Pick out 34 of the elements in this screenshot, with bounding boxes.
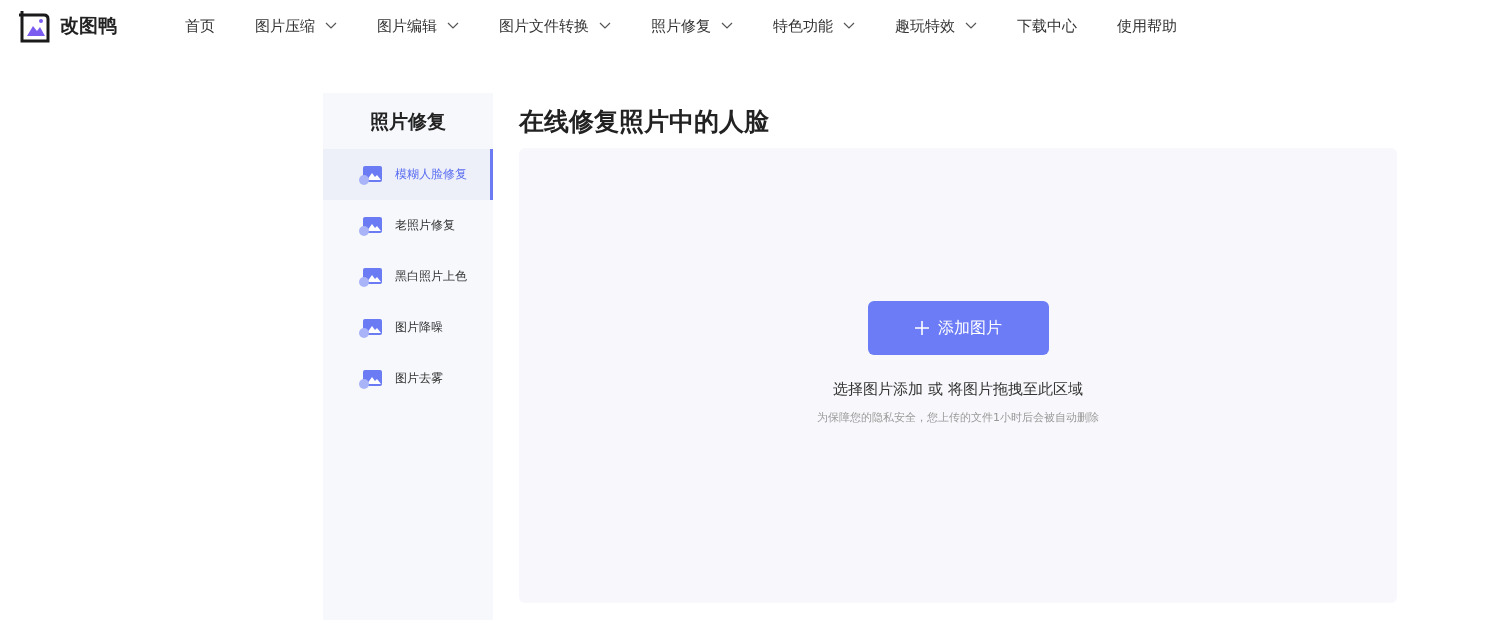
chevron-down-icon	[965, 22, 977, 30]
nav-link[interactable]: 下载中心	[1017, 16, 1077, 36]
sidebar-item[interactable]: 模糊人脸修复	[323, 149, 493, 200]
sidebar-item[interactable]: 黑白照片上色	[323, 251, 493, 302]
logo-text[interactable]: 改图鸭	[60, 13, 117, 39]
image-icon	[357, 265, 383, 288]
nav-link[interactable]: 照片修复	[651, 16, 733, 36]
sidebar-item[interactable]: 图片降噪	[323, 302, 493, 353]
chevron-down-icon	[325, 22, 337, 30]
sidebar-item[interactable]: 老照片修复	[323, 200, 493, 251]
image-icon	[357, 163, 383, 186]
chevron-down-icon	[599, 22, 611, 30]
nav-link[interactable]: 图片压缩	[255, 16, 337, 36]
nav-link[interactable]: 趣玩特效	[895, 16, 977, 36]
chevron-down-icon	[447, 22, 459, 30]
page-title: 在线修复照片中的人脸	[519, 106, 770, 138]
add-image-button[interactable]: 添加图片	[867, 301, 1049, 355]
nav-link[interactable]: 特色功能	[773, 16, 855, 36]
logo-icon	[18, 9, 52, 43]
privacy-note: 为保障您的隐私安全，您上传的文件1小时后会被自动删除	[817, 410, 1099, 425]
image-icon	[357, 367, 383, 390]
nav-link[interactable]: 图片编辑	[377, 16, 459, 36]
chevron-down-icon	[843, 22, 855, 30]
nav-link[interactable]: 使用帮助	[1117, 16, 1177, 36]
upload-area[interactable]: 添加图片 选择图片添加 或 将图片拖拽至此区域 为保障您的隐私安全，您上传的文件1小时后会被自动删除	[519, 148, 1397, 603]
plus-icon	[914, 321, 929, 335]
chevron-down-icon	[721, 22, 733, 30]
nav-link[interactable]: 首页	[185, 16, 215, 36]
image-icon	[357, 214, 383, 237]
image-icon	[357, 316, 383, 339]
nav-link[interactable]: 图片文件转换	[499, 16, 611, 36]
upload-hint: 选择图片添加 或 将图片拖拽至此区域	[833, 380, 1083, 399]
sidebar-item[interactable]: 图片去雾	[323, 353, 493, 404]
sidebar-title: 照片修复	[369, 109, 447, 134]
